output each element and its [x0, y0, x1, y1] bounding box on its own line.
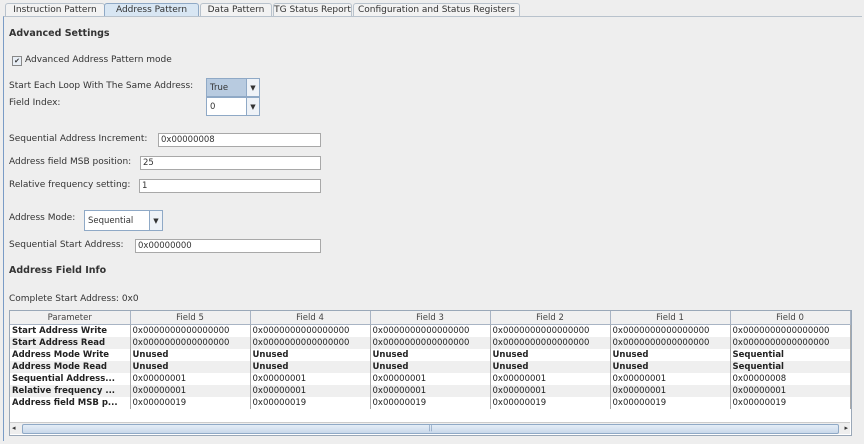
- field-cell[interactable]: 0x00000001: [370, 385, 491, 397]
- field-cell[interactable]: Unused: [490, 349, 611, 361]
- rel-freq-input[interactable]: 1: [139, 179, 321, 193]
- checkmark-icon: ✔: [14, 57, 20, 65]
- tab-config-status-registers[interactable]: Configuration and Status Registers: [353, 3, 520, 17]
- address-mode-label: Address Mode:: [9, 213, 76, 223]
- table-row[interactable]: Start Address Read 0x0000000000000000 0x00…: [10, 337, 851, 349]
- field-cell[interactable]: 0x00000019: [130, 397, 251, 409]
- field-index-value: 0: [210, 101, 216, 112]
- start-loop-value: True: [207, 79, 246, 96]
- msb-label: Address field MSB position:: [9, 157, 132, 167]
- field-cell[interactable]: Unused: [490, 361, 611, 373]
- table-row[interactable]: Sequential Address... 0x00000001 0x0000000…: [10, 373, 851, 385]
- parameter-cell[interactable]: Address Mode Read: [10, 361, 131, 373]
- complete-start-address: Complete Start Address: 0x0: [9, 294, 139, 304]
- field-cell[interactable]: Unused: [130, 349, 251, 361]
- field-cell[interactable]: 0x00000001: [250, 373, 371, 385]
- field-cell[interactable]: 0x00000019: [610, 397, 731, 409]
- field-cell[interactable]: Unused: [250, 349, 371, 361]
- column-header[interactable]: Field 1: [610, 311, 731, 325]
- chevron-down-icon[interactable]: ▼: [246, 98, 259, 115]
- field-cell[interactable]: 0x00000001: [130, 385, 251, 397]
- field-cell[interactable]: 0x00000008: [730, 373, 851, 385]
- start-loop-label: Start Each Loop With The Same Address:: [9, 81, 194, 91]
- field-cell[interactable]: 0x00000019: [370, 397, 491, 409]
- seq-start-input[interactable]: 0x00000000: [135, 239, 321, 253]
- field-cell[interactable]: 0x00000001: [250, 385, 371, 397]
- field-cell[interactable]: 0x0000000000000000: [730, 337, 851, 349]
- scrollbar-thumb[interactable]: ||: [22, 424, 839, 434]
- field-cell[interactable]: 0x0000000000000000: [130, 337, 251, 349]
- seq-inc-input[interactable]: 0x00000008: [158, 133, 321, 147]
- field-cell[interactable]: 0x0000000000000000: [370, 337, 491, 349]
- horizontal-scrollbar[interactable]: ◂ || ▸: [10, 422, 850, 434]
- seq-start-label: Sequential Start Address:: [9, 240, 124, 250]
- field-cell[interactable]: Unused: [610, 361, 731, 373]
- field-cell[interactable]: 0x00000001: [370, 373, 491, 385]
- address-mode-combo[interactable]: Sequential ▼: [84, 210, 163, 231]
- advanced-mode-checkbox[interactable]: ✔: [12, 56, 22, 66]
- parameter-cell[interactable]: Address field MSB p...: [10, 397, 131, 409]
- parameter-cell[interactable]: Start Address Write: [10, 324, 131, 337]
- tab-instruction-pattern[interactable]: Instruction Pattern: [5, 3, 105, 17]
- advanced-mode-label: Advanced Address Pattern mode: [25, 55, 172, 65]
- field-cell[interactable]: 0x00000001: [490, 373, 611, 385]
- parameter-cell[interactable]: Relative frequency ...: [10, 385, 131, 397]
- field-cell[interactable]: 0x00000019: [250, 397, 371, 409]
- chevron-down-icon[interactable]: ▼: [246, 79, 259, 96]
- rel-freq-label: Relative frequency setting:: [9, 180, 131, 190]
- field-cell[interactable]: 0x0000000000000000: [730, 324, 851, 337]
- column-header[interactable]: Field 3: [370, 311, 491, 325]
- field-cell[interactable]: 0x00000001: [490, 385, 611, 397]
- field-cell[interactable]: Sequential: [730, 349, 851, 361]
- parameter-cell[interactable]: Sequential Address...: [10, 373, 131, 385]
- column-header[interactable]: Field 0: [730, 311, 851, 325]
- column-header[interactable]: Parameter: [10, 311, 131, 325]
- tab-address-pattern[interactable]: Address Pattern: [104, 3, 199, 17]
- chevron-down-icon[interactable]: ▼: [149, 211, 162, 230]
- msb-input[interactable]: 25: [140, 156, 321, 170]
- tab-data-pattern[interactable]: Data Pattern: [200, 3, 272, 17]
- field-cell[interactable]: 0x00000001: [730, 385, 851, 397]
- tab-tg-status-report[interactable]: TG Status Report: [273, 3, 352, 17]
- field-cell[interactable]: 0x00000001: [130, 373, 251, 385]
- start-loop-combo[interactable]: True ▼: [206, 78, 260, 97]
- seq-inc-label: Sequential Address Increment:: [9, 134, 148, 144]
- field-cell[interactable]: 0x00000019: [730, 397, 851, 409]
- table-row[interactable]: Address field MSB p... 0x00000019 0x000000…: [10, 397, 851, 409]
- scroll-right-icon[interactable]: ▸: [844, 424, 848, 432]
- scroll-left-icon[interactable]: ◂: [12, 424, 16, 432]
- advanced-settings-heading: Advanced Settings: [9, 28, 110, 39]
- field-index-combo[interactable]: 0 ▼: [206, 97, 260, 116]
- address-field-info-heading: Address Field Info: [9, 265, 107, 276]
- field-cell[interactable]: 0x0000000000000000: [370, 324, 491, 337]
- address-mode-value: Sequential: [88, 215, 134, 226]
- field-cell[interactable]: 0x0000000000000000: [610, 324, 731, 337]
- parameter-cell[interactable]: Address Mode Write: [10, 349, 131, 361]
- field-cell[interactable]: 0x0000000000000000: [250, 324, 371, 337]
- field-cell[interactable]: 0x00000001: [610, 373, 731, 385]
- field-cell[interactable]: Unused: [370, 349, 491, 361]
- field-cell[interactable]: 0x00000001: [610, 385, 731, 397]
- field-cell[interactable]: Unused: [610, 349, 731, 361]
- field-cell[interactable]: Unused: [130, 361, 251, 373]
- field-cell[interactable]: 0x0000000000000000: [610, 337, 731, 349]
- column-header[interactable]: Field 4: [250, 311, 371, 325]
- parameter-cell[interactable]: Start Address Read: [10, 337, 131, 349]
- field-cell[interactable]: Unused: [250, 361, 371, 373]
- column-header[interactable]: Field 5: [130, 311, 251, 325]
- field-cell[interactable]: 0x0000000000000000: [490, 337, 611, 349]
- field-cell[interactable]: Sequential: [730, 361, 851, 373]
- field-cell[interactable]: 0x0000000000000000: [490, 324, 611, 337]
- table-row[interactable]: Address Mode Read Unused Unused Unused Unuse…: [10, 361, 851, 373]
- field-index-label: Field Index:: [9, 98, 61, 108]
- field-cell[interactable]: Unused: [370, 361, 491, 373]
- field-cell[interactable]: 0x0000000000000000: [130, 324, 251, 337]
- table-row[interactable]: Address Mode Write Unused Unused Unused Unus…: [10, 349, 851, 361]
- field-cell[interactable]: 0x00000019: [490, 397, 611, 409]
- column-header[interactable]: Field 2: [490, 311, 611, 325]
- table-row[interactable]: Relative frequency ... 0x00000001 0x000000…: [10, 385, 851, 397]
- table-row[interactable]: Start Address Write 0x0000000000000000 0x0…: [10, 324, 851, 337]
- field-info-table: Parameter Field 5 Field 4 Field 3 Field 2 Fie…: [10, 311, 851, 409]
- field-cell[interactable]: 0x0000000000000000: [250, 337, 371, 349]
